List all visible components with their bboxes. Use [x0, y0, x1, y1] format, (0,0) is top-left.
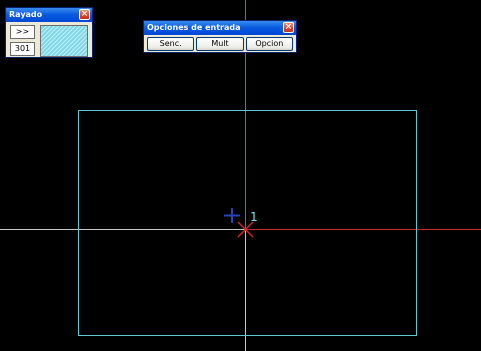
opciones-title: Opciones de entrada — [147, 23, 241, 32]
close-icon[interactable]: × — [283, 22, 294, 33]
opciones-button-row: Senc. Mult Opcion — [147, 37, 293, 51]
opcion-button[interactable]: Opcion — [245, 37, 293, 51]
opciones-window[interactable]: Opciones de entrada × Senc. Mult Opcion — [143, 20, 297, 53]
rectangle-shape[interactable] — [78, 110, 417, 336]
rayado-title: Rayado — [9, 10, 43, 19]
mult-button[interactable]: Mult — [196, 37, 244, 51]
rayado-window[interactable]: Rayado × >> 301 — [5, 7, 93, 58]
next-pattern-button[interactable]: >> — [10, 25, 35, 39]
point-label: 1 — [250, 210, 258, 224]
hatch-preview[interactable] — [40, 25, 88, 57]
rayado-titlebar[interactable]: Rayado × — [6, 8, 92, 22]
pattern-code-field[interactable]: 301 — [10, 42, 35, 56]
senc-button[interactable]: Senc. — [147, 37, 195, 51]
close-icon[interactable]: × — [79, 9, 90, 20]
opciones-titlebar[interactable]: Opciones de entrada × — [144, 21, 296, 35]
ucs-marker-icon — [224, 208, 240, 223]
